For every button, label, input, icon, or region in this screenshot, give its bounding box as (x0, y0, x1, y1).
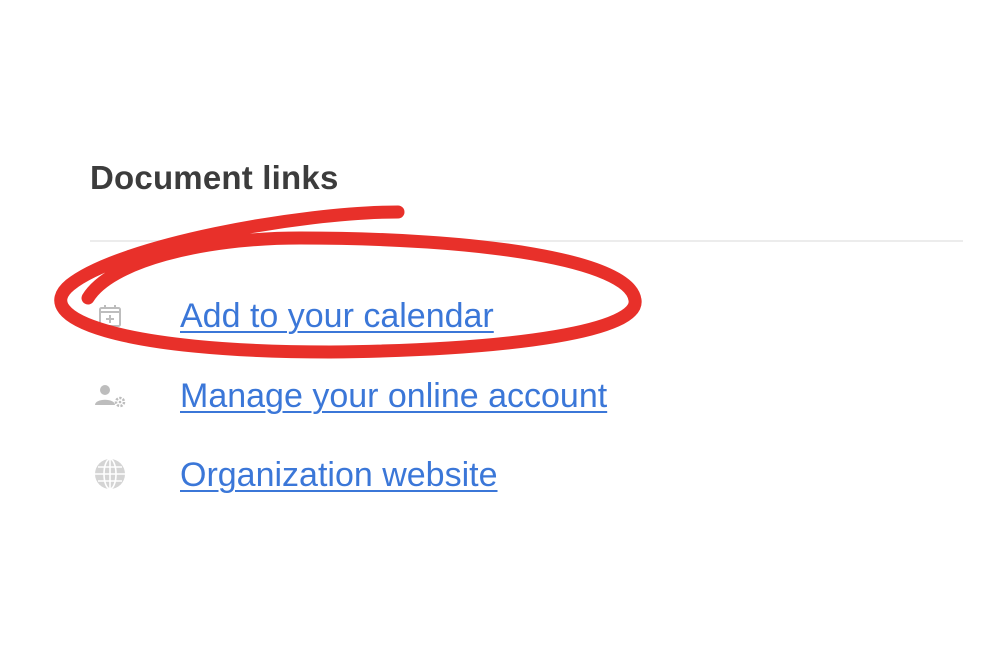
organization-website-link[interactable]: Organization website (180, 455, 498, 495)
user-settings-icon (90, 374, 130, 418)
divider (90, 240, 963, 242)
link-row-website: Organization website (90, 453, 790, 497)
section-title: Document links (90, 159, 339, 196)
globe-icon (90, 453, 130, 497)
manage-account-link[interactable]: Manage your online account (180, 376, 607, 416)
link-row-account: Manage your online account (90, 374, 790, 418)
calendar-add-icon (90, 294, 130, 338)
add-to-calendar-link[interactable]: Add to your calendar (180, 296, 494, 336)
link-row-calendar: Add to your calendar (90, 294, 790, 338)
